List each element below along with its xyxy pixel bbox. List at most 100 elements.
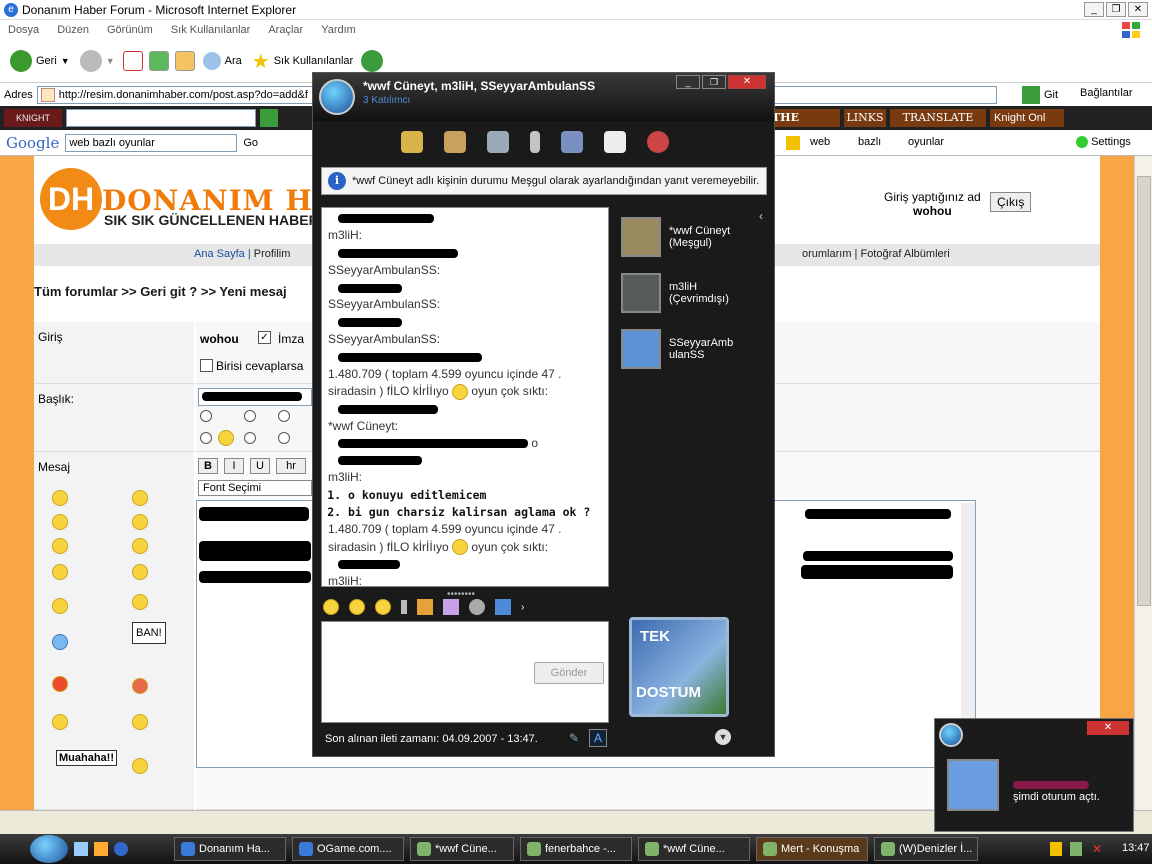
link-links[interactable]: LINKS (844, 109, 886, 127)
smiley-icon[interactable] (132, 594, 148, 610)
chip-oyunlar[interactable]: oyunlar (908, 136, 944, 148)
smiley-icon[interactable] (52, 598, 68, 614)
refresh-icon[interactable] (148, 51, 169, 71)
close-button[interactable]: ✕ (728, 75, 766, 89)
icon-radio[interactable] (244, 432, 256, 444)
scrollbar-thumb[interactable] (1137, 176, 1151, 606)
smiley-icon[interactable] (52, 634, 68, 650)
block-icon[interactable] (647, 131, 669, 153)
taskbar-item[interactable]: Mert - Konuşma (756, 837, 868, 861)
smiley-icon[interactable] (52, 514, 68, 530)
underline-button[interactable]: U (250, 458, 270, 474)
smiley-icon[interactable] (52, 714, 68, 730)
hr-button[interactable]: hr (276, 458, 306, 474)
knight-logo[interactable]: KNIGHT (4, 109, 62, 127)
font-select[interactable]: Font Seçimi (198, 480, 312, 496)
forward-button[interactable]: ▼ (78, 50, 117, 72)
icon-radio[interactable] (200, 432, 212, 444)
message-input[interactable]: Gönder (321, 621, 609, 723)
emoticon-icon[interactable] (323, 599, 339, 615)
smiley-icon[interactable] (132, 564, 148, 580)
smiley-icon[interactable] (52, 676, 68, 692)
icon-radio[interactable] (244, 410, 256, 422)
invite-contact-icon[interactable] (401, 131, 423, 153)
expand-chevron-icon[interactable]: ▼ (715, 729, 731, 745)
gift-icon[interactable] (495, 599, 511, 615)
display-picture[interactable]: TEK DOSTUM (629, 617, 729, 717)
notify-checkbox[interactable] (200, 359, 213, 372)
games-icon[interactable] (604, 131, 626, 153)
media-player-icon[interactable] (94, 842, 108, 856)
google-go-button[interactable]: Go (243, 137, 258, 149)
quicklaunch-icon[interactable] (74, 842, 88, 856)
activities-icon[interactable] (561, 131, 583, 153)
sign-in-toast[interactable]: ✕ şimdi oturum açtı. (934, 718, 1134, 832)
highlight-icon[interactable] (786, 136, 800, 150)
chevron-down-icon[interactable]: ▼ (106, 56, 115, 66)
smiley-icon[interactable] (132, 678, 148, 694)
stop-icon[interactable] (122, 51, 143, 71)
smiley-icon[interactable] (132, 514, 148, 530)
menu-favorites[interactable]: Sık Kullanılanlar (171, 24, 251, 36)
google-search-input[interactable]: web bazlı oyunlar (65, 133, 238, 152)
home-icon[interactable] (174, 51, 195, 71)
phone-icon[interactable] (530, 131, 540, 153)
video-icon[interactable] (487, 131, 509, 153)
sound-icon[interactable] (469, 599, 485, 615)
google-logo[interactable]: Google (6, 134, 59, 152)
smiley-icon[interactable] (52, 490, 68, 506)
link-the-week[interactable]: THE WEEK (772, 109, 840, 142)
more-chevron-icon[interactable]: › (521, 602, 524, 613)
network-icon[interactable]: ✕ (1092, 842, 1102, 856)
favorites-button[interactable]: ★ Sık Kullanılanlar (250, 49, 355, 74)
smiley-icon[interactable] (132, 758, 148, 774)
muahaha-smiley[interactable]: Muahaha!! (56, 750, 117, 766)
pen-icon[interactable]: ✎ (569, 731, 579, 745)
contact-card[interactable]: *wwf Cüneyt (Meşgul) (621, 215, 766, 259)
page-scrollbar[interactable] (1134, 156, 1152, 810)
taskbar-item[interactable]: Donanım Ha... (174, 837, 286, 861)
taskbar-item[interactable]: *wwf Cüne... (638, 837, 750, 861)
italic-button[interactable]: I (224, 458, 244, 474)
icon-radio[interactable] (200, 410, 212, 422)
logout-button[interactable]: Çıkış (990, 192, 1032, 212)
bold-button[interactable]: B (198, 458, 218, 474)
close-button[interactable]: ✕ (1087, 721, 1129, 735)
maximize-button[interactable]: ❐ (702, 75, 726, 89)
ban-smiley[interactable]: BAN! (132, 622, 166, 644)
nav-profile[interactable]: Profilim (254, 248, 291, 260)
search-button[interactable]: Ara (201, 52, 244, 70)
link-translate[interactable]: TRANSLATE (890, 109, 986, 127)
smiley-icon[interactable] (52, 564, 68, 580)
start-button[interactable] (30, 835, 68, 863)
history-icon[interactable] (361, 50, 384, 72)
go-button[interactable]: Git (1022, 86, 1058, 104)
minimize-button[interactable]: _ (676, 75, 700, 89)
menu-help[interactable]: Yardım (321, 24, 356, 36)
menu-tools[interactable]: Araçlar (268, 24, 303, 36)
menu-edit[interactable]: Düzen (57, 24, 89, 36)
taskbar-item[interactable]: fenerbahce -... (520, 837, 632, 861)
font-icon[interactable]: A (589, 729, 607, 747)
nav-right[interactable]: orumlarım | Fotoğraf Albümleri (802, 244, 950, 264)
voice-clip-icon[interactable] (401, 600, 407, 614)
taskbar-item[interactable]: (W)Denizler İ... (874, 837, 978, 861)
google-settings-button[interactable]: Settings (1076, 136, 1131, 149)
nav-home[interactable]: Ana Sayfa (194, 248, 245, 260)
menu-view[interactable]: Görünüm (107, 24, 153, 36)
site-logo-mark[interactable]: DH (40, 168, 102, 230)
ie-icon[interactable] (114, 842, 128, 856)
maximize-button[interactable]: ❐ (1106, 2, 1126, 17)
links-label[interactable]: Bağlantılar (1080, 87, 1133, 99)
minimize-button[interactable]: _ (1084, 2, 1104, 17)
knight-search-input[interactable] (66, 109, 256, 127)
contact-card[interactable]: SSeyyarAmbulanSS (621, 327, 766, 371)
breadcrumb[interactable]: Tüm forumlar >> Geri git ? >> Yeni mesaj (34, 284, 287, 299)
messenger-tray-icon[interactable] (1070, 842, 1082, 856)
menu-file[interactable]: Dosya (8, 24, 39, 36)
nudge-icon[interactable] (375, 599, 391, 615)
smiley-icon[interactable] (132, 714, 148, 730)
smiley-icon[interactable] (132, 538, 148, 554)
chevron-down-icon[interactable]: ▼ (61, 56, 70, 66)
taskbar-item[interactable]: OGame.com.... (292, 837, 404, 861)
